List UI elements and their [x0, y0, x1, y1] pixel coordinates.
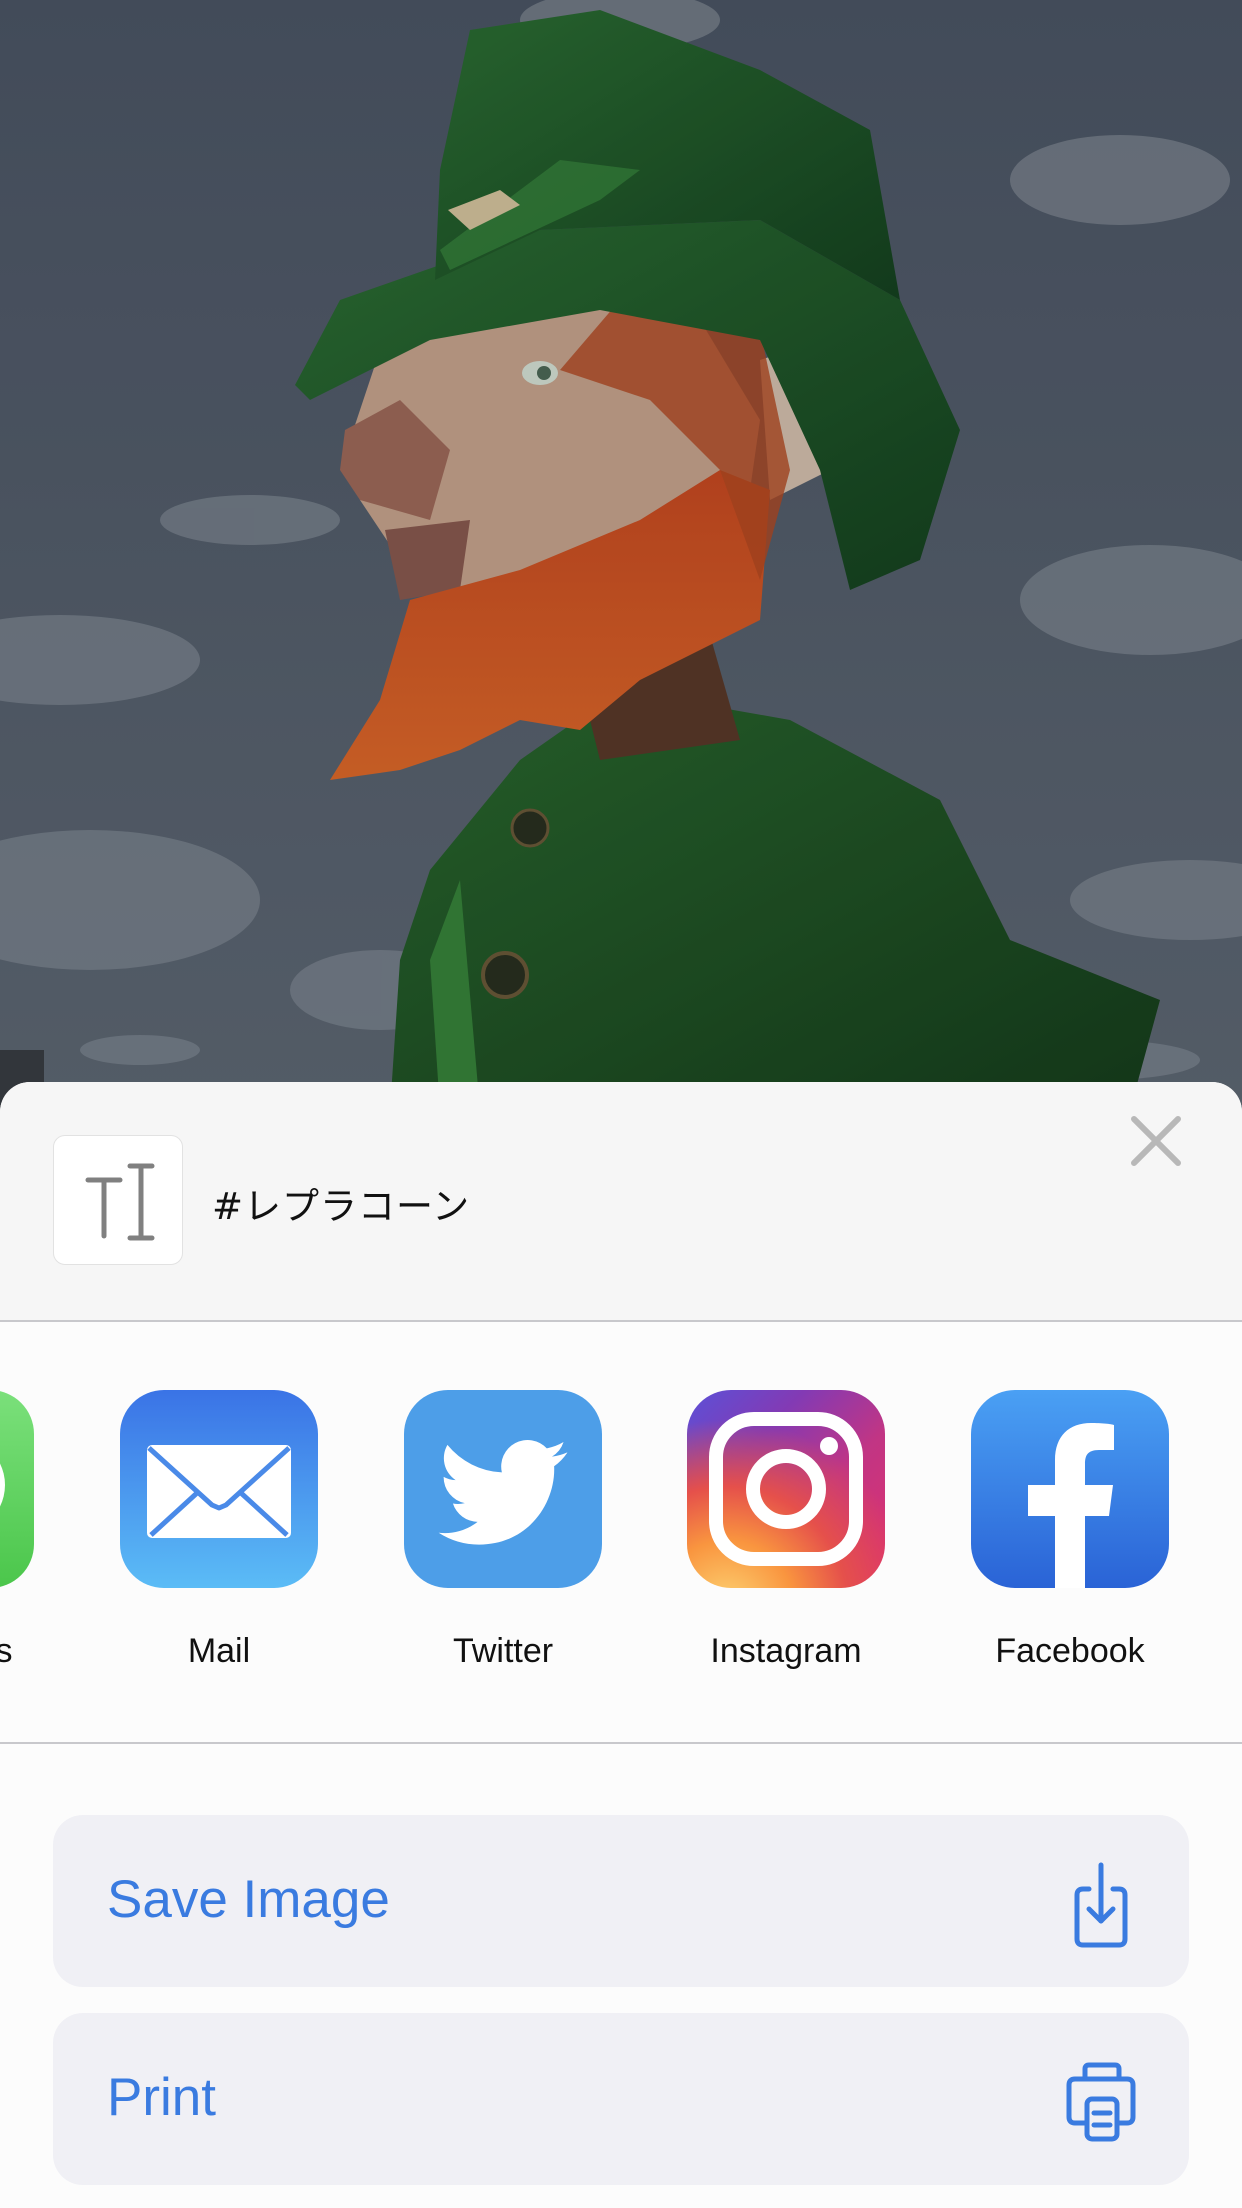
- share-app-mail[interactable]: Mail: [89, 1390, 349, 1690]
- share-app-label: Twitter: [452, 1632, 554, 1670]
- facebook-icon[interactable]: [971, 1390, 1169, 1588]
- share-sheet: #レプラコーン Messages: [0, 1082, 1242, 2208]
- share-app-label: Messages: [0, 1632, 13, 1670]
- share-app-twitter[interactable]: Twitter: [373, 1390, 633, 1690]
- share-app-label: Instagram: [710, 1632, 862, 1670]
- save-image-button[interactable]: Save Image: [53, 1815, 1189, 1987]
- mail-icon[interactable]: [120, 1390, 318, 1588]
- share-app-label: Facebook: [995, 1632, 1145, 1670]
- text-preview-thumbnail: [53, 1135, 183, 1265]
- share-sheet-header: #レプラコーン: [0, 1082, 1242, 1322]
- leprechaun-scene: [0, 0, 1242, 1110]
- share-app-label: Mail: [187, 1632, 251, 1670]
- twitter-icon[interactable]: [404, 1390, 602, 1588]
- share-app-instagram[interactable]: Instagram: [656, 1390, 916, 1690]
- background-image: [0, 0, 1242, 1110]
- save-image-label: Save Image: [107, 1870, 390, 1929]
- share-app-messages[interactable]: Messages: [0, 1390, 65, 1690]
- instagram-icon[interactable]: [687, 1390, 885, 1588]
- close-icon[interactable]: [1124, 1109, 1188, 1173]
- print-button[interactable]: Print: [53, 2013, 1189, 2185]
- preview-text: #レプラコーン: [212, 1185, 471, 1228]
- share-app-facebook[interactable]: Facebook: [940, 1390, 1200, 1690]
- close-button[interactable]: [1124, 1109, 1188, 1173]
- print-label: Print: [107, 2068, 216, 2127]
- printer-icon: [1066, 2062, 1136, 2142]
- save-image-icon: [1074, 1862, 1128, 1948]
- messages-icon[interactable]: [0, 1390, 34, 1588]
- share-apps-row[interactable]: Messages Mail Twitter: [0, 1322, 1242, 1744]
- text-document-icon: [85, 1163, 155, 1241]
